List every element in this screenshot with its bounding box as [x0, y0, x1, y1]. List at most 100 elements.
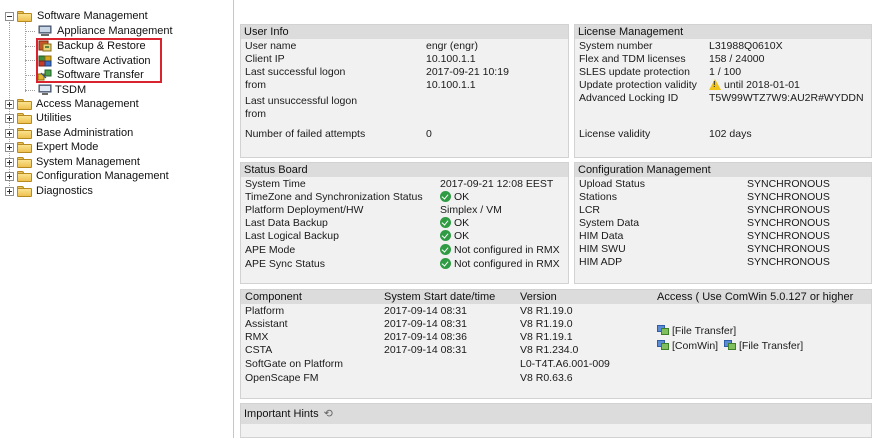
tree-item-label: Access Management [36, 98, 139, 110]
tree-item-label: Configuration Management [36, 170, 169, 182]
warning-icon [709, 79, 721, 90]
info-label: Last unsuccessful logon [245, 95, 358, 107]
tree-item-utilities[interactable]: Utilities [0, 111, 230, 126]
config-label: LCR [579, 204, 601, 216]
component-start: 2017-09-14 08:36 [384, 331, 467, 343]
tree-item-software-management[interactable]: Software Management [0, 9, 230, 24]
appliance-icon [38, 25, 52, 36]
folder-icon [17, 157, 33, 168]
expand-icon[interactable] [5, 129, 14, 138]
folder-icon [17, 186, 33, 197]
comwin-icon [657, 340, 669, 350]
tree-item-label: Base Administration [36, 127, 134, 139]
expand-icon[interactable] [5, 172, 14, 181]
license-value: 1 / 100 [709, 66, 742, 78]
status-label: System Time [245, 178, 306, 190]
comwin-link-label: [ComWin] [672, 340, 719, 352]
component-name: CSTA [245, 344, 273, 356]
component-version: V8 R1.19.1 [520, 331, 573, 343]
info-label: Number of failed attempts [245, 128, 366, 140]
component-version: V8 R1.19.0 [520, 305, 573, 317]
tree-item-label: TSDM [55, 84, 87, 96]
info-value: 2017-09-21 10:19 [426, 66, 509, 78]
column-header-access: Access ( Use ComWin 5.0.127 or higher [657, 291, 854, 303]
configuration-management-panel: Configuration Management Upload Status S… [574, 162, 872, 284]
tree-item-access-management[interactable]: Access Management [0, 97, 230, 112]
hints-title: Important Hints [244, 408, 319, 420]
license-value: 158 / 24000 [709, 53, 765, 65]
navigation-tree: Software Management Appliance Management… [0, 0, 232, 438]
expand-icon[interactable] [5, 158, 14, 167]
status-value-text: OK [454, 191, 470, 203]
highlight-box [36, 38, 162, 83]
status-value: OK [440, 217, 469, 230]
config-label: Stations [579, 191, 617, 203]
status-value: OK [440, 191, 469, 204]
rmx-file-transfer-link[interactable]: [File Transfer] [724, 340, 803, 353]
tree-item-expert-mode[interactable]: Expert Mode [0, 140, 230, 155]
info-label: from [245, 79, 266, 91]
component-name: RMX [245, 331, 269, 343]
tree-item-label: Expert Mode [36, 141, 99, 153]
license-value: T5W99WTZ7W9:AU2R#WYDDN [709, 92, 864, 104]
tree-item-system-management[interactable]: System Management [0, 155, 230, 170]
file-transfer-icon [724, 340, 736, 350]
info-label: from [245, 108, 266, 120]
file-transfer-link[interactable]: [File Transfer] [657, 325, 736, 338]
expand-icon[interactable] [5, 143, 14, 152]
panel-title: Configuration Management [575, 163, 871, 177]
status-value: Not configured in RMX [440, 258, 560, 271]
info-value: 0 [426, 128, 432, 140]
ok-icon [440, 191, 451, 202]
tree-item-appliance-management[interactable]: Appliance Management [0, 24, 230, 39]
expand-icon[interactable] [5, 100, 14, 109]
folder-icon [17, 171, 33, 182]
ok-icon [440, 244, 451, 255]
info-label: Last successful logon [245, 66, 346, 78]
license-label: Advanced Locking ID [579, 92, 679, 104]
status-value: OK [440, 230, 469, 243]
folder-icon [17, 142, 33, 153]
folder-icon [17, 113, 33, 124]
license-label: License validity [579, 128, 651, 140]
file-transfer-link-label: [File Transfer] [672, 325, 737, 337]
column-header-component: Component [245, 291, 302, 303]
component-start: 2017-09-14 08:31 [384, 344, 467, 356]
panel-title: License Management [575, 25, 871, 39]
folder-icon [17, 99, 33, 110]
tree-item-tsdm[interactable]: TSDM [0, 83, 230, 98]
component-version: L0-T4T.A6.001-009 [520, 358, 610, 370]
status-value-text: OK [454, 230, 470, 242]
license-label: System number [579, 40, 653, 52]
tree-item-configuration-management[interactable]: Configuration Management [0, 169, 230, 184]
expand-icon[interactable] [5, 114, 14, 123]
ok-icon [440, 217, 451, 228]
config-label: HIM ADP [579, 256, 623, 268]
tree-item-label: System Management [36, 156, 140, 168]
tsdm-icon [38, 84, 52, 95]
tree-item-base-administration[interactable]: Base Administration [0, 126, 230, 141]
collapse-icon[interactable] [5, 12, 14, 21]
status-board-panel: Status Board System Time 2017-09-21 12:0… [240, 162, 569, 284]
tree-item-label: Utilities [36, 112, 72, 124]
panel-title: Important Hints ⟲ [241, 404, 871, 424]
component-start: 2017-09-14 08:31 [384, 318, 467, 330]
ok-icon [440, 230, 451, 241]
info-value: 10.100.1.1 [426, 53, 476, 65]
tree-item-diagnostics[interactable]: Diagnostics [0, 184, 230, 199]
status-label: APE Mode [245, 244, 296, 256]
status-label: Last Logical Backup [245, 230, 339, 242]
refresh-icon[interactable]: ⟲ [324, 404, 333, 424]
config-value: SYNCHRONOUS [747, 256, 830, 268]
tree-item-label: Diagnostics [36, 185, 93, 197]
comwin-link[interactable]: [ComWin] [657, 340, 718, 353]
config-label: Upload Status [579, 178, 645, 190]
expand-icon[interactable] [5, 187, 14, 196]
file-transfer-icon [657, 325, 669, 335]
license-value-text: until 2018-01-01 [724, 79, 800, 91]
folder-icon [17, 128, 33, 139]
panel-title: User Info [241, 25, 568, 39]
config-label: HIM SWU [579, 243, 626, 255]
config-label: HIM Data [579, 230, 624, 242]
top-strip [240, 0, 872, 21]
